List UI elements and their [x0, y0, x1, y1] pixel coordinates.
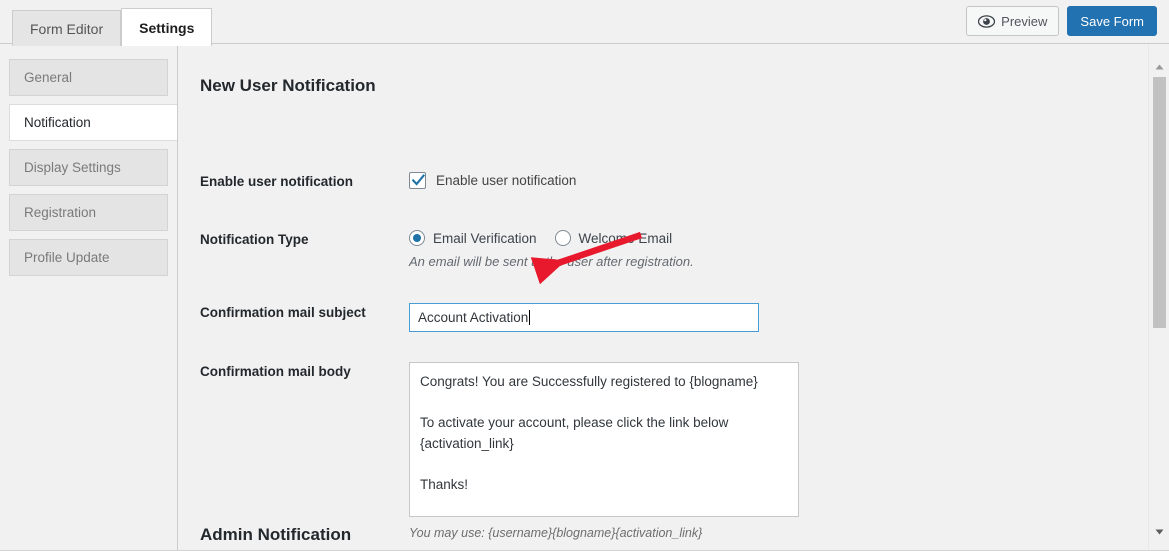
row-confirmation-mail-body-field: Congrats! You are Successfully registere… [409, 362, 1100, 540]
scroll-down-arrow-icon[interactable] [1149, 523, 1169, 540]
row-confirmation-mail-subject-field: Account Activation [409, 303, 1100, 332]
row-enable-user-notification-label: Enable user notification [200, 174, 354, 189]
row-confirmation-mail-body-label: Confirmation mail body [200, 364, 351, 379]
tab-bar: Form Editor Settings Preview Save Form [0, 0, 1169, 46]
top-actions: Preview Save Form [966, 6, 1157, 36]
confirmation-mail-subject-value: Account Activation [418, 310, 529, 325]
tab-settings[interactable]: Settings [121, 8, 213, 46]
radio-welcome-email[interactable] [554, 230, 571, 246]
eye-icon [978, 14, 996, 28]
scrollbar-thumb[interactable] [1153, 77, 1166, 328]
scrollbar-track[interactable] [1153, 77, 1166, 532]
confirmation-mail-body-textarea[interactable]: Congrats! You are Successfully registere… [409, 362, 799, 517]
settings-sidebar: General Notification Display Settings Re… [0, 44, 178, 551]
sidebar-item-display-settings[interactable]: Display Settings [9, 149, 168, 186]
row-notification-type-field: Email Verification Welcome Email An emai… [409, 230, 1100, 269]
sidebar-item-display-settings-label: Display Settings [24, 160, 121, 175]
notification-type-radio-group: Email Verification Welcome Email [409, 230, 1100, 246]
preview-button-label: Preview [1001, 13, 1048, 29]
scroll-up-arrow-icon[interactable] [1149, 58, 1169, 75]
row-notification-type: Notification Type Email Verification Wel… [200, 230, 1100, 269]
tab-list: Form Editor Settings [12, 8, 213, 46]
sidebar-item-profile-update-label: Profile Update [24, 250, 110, 265]
radio-email-verification[interactable] [409, 230, 425, 246]
admin-notification-title: Admin Notification [200, 525, 352, 544]
confirmation-mail-body-hint: You may use: {username}{blogname}{activa… [409, 526, 703, 540]
save-form-button[interactable]: Save Form [1067, 6, 1157, 36]
page-title: New User Notification [200, 76, 376, 95]
preview-button[interactable]: Preview [966, 6, 1060, 36]
row-enable-user-notification-field: Enable user notification [409, 172, 1100, 189]
settings-main-panel: New User Notification Enable user notifi… [179, 44, 1169, 551]
tab-form-editor[interactable]: Form Editor [12, 10, 122, 46]
text-caret [529, 310, 531, 325]
row-enable-user-notification: Enable user notification Enable user not… [200, 172, 1100, 189]
tab-settings-label: Settings [139, 19, 195, 36]
confirmation-mail-body-value: Congrats! You are Successfully registere… [420, 374, 758, 492]
sidebar-item-notification[interactable]: Notification [9, 104, 177, 141]
radio-welcome-email-label: Welcome Email [578, 230, 673, 246]
sidebar-item-general-label: General [24, 70, 73, 85]
radio-email-verification-label: Email Verification [433, 230, 537, 246]
notification-type-help-text: An email will be sent to the user after … [409, 254, 694, 269]
enable-user-notification-control[interactable]: Enable user notification [409, 172, 1100, 189]
row-confirmation-mail-subject: Confirmation mail subject Account Activa… [200, 303, 1100, 332]
settings-page: Form Editor Settings Preview Save Form G… [0, 0, 1169, 551]
sidebar-item-profile-update[interactable]: Profile Update [9, 239, 168, 276]
enable-user-notification-checkbox[interactable] [409, 172, 426, 189]
save-form-button-label: Save Form [1080, 13, 1144, 29]
sidebar-item-notification-label: Notification [24, 115, 91, 130]
resize-handle-icon[interactable] [786, 504, 796, 514]
sidebar-item-registration-label: Registration [24, 205, 97, 220]
row-notification-type-label: Notification Type [200, 232, 309, 247]
enable-user-notification-checkbox-label: Enable user notification [436, 173, 577, 188]
row-confirmation-mail-subject-label: Confirmation mail subject [200, 305, 366, 320]
tab-form-editor-label: Form Editor [30, 20, 104, 37]
sidebar-item-general[interactable]: General [9, 59, 168, 96]
vertical-scrollbar[interactable] [1148, 44, 1169, 551]
confirmation-mail-subject-input[interactable]: Account Activation [409, 303, 759, 332]
row-confirmation-mail-body: Confirmation mail body Congrats! You are… [200, 362, 1100, 540]
sidebar-item-registration[interactable]: Registration [9, 194, 168, 231]
